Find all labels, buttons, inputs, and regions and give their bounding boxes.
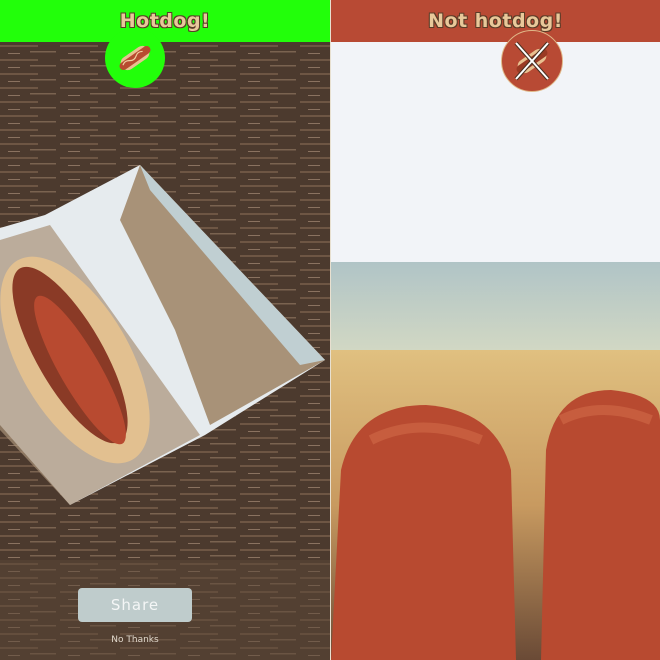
no-thanks-link[interactable]: No Thanks: [78, 635, 192, 645]
share-button[interactable]: Share: [78, 588, 192, 622]
hotdog-photo: [0, 0, 330, 660]
hotdog-crossed-icon: [501, 30, 563, 92]
not-hotdog-header: Not hotdog!: [331, 0, 660, 42]
hotdog-icon: [105, 28, 165, 88]
not-hotdog-result-panel: Not hotdog!: [331, 0, 660, 660]
hotdog-header: Hotdog!: [0, 0, 330, 42]
beach-photo: [331, 0, 660, 660]
hotdog-result-panel: Hotdog! Share No Thanks: [0, 0, 330, 660]
not-hotdog-title: Not hotdog!: [428, 10, 563, 32]
